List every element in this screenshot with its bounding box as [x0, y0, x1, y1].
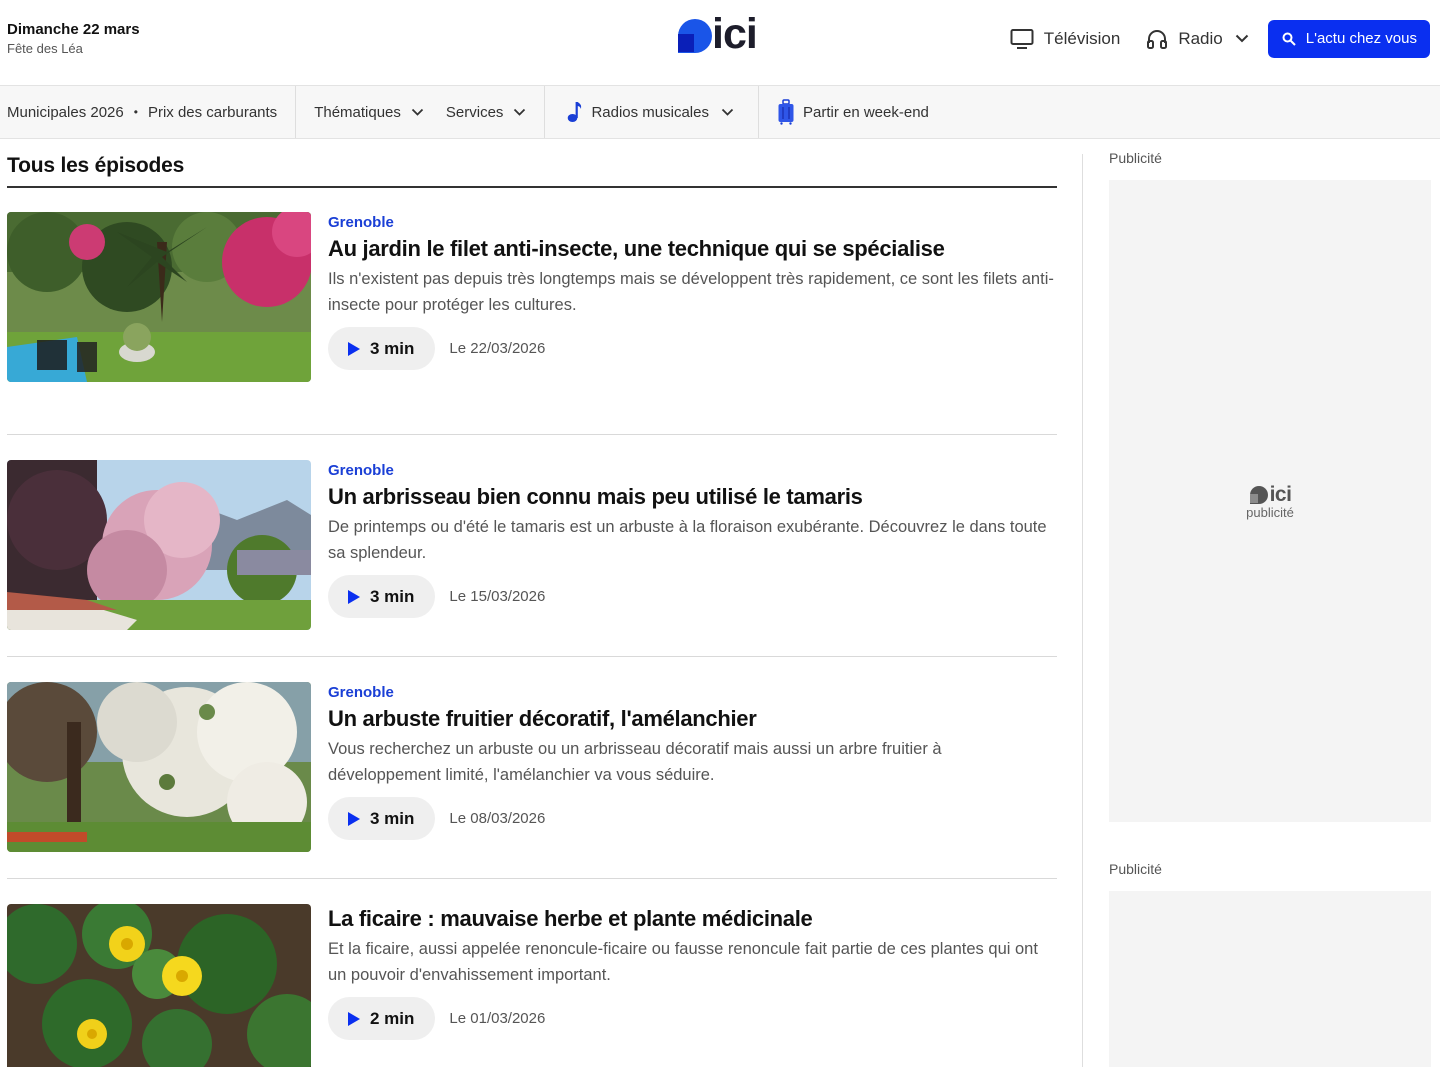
chevron-down-icon	[411, 108, 424, 116]
music-note-icon	[567, 101, 583, 123]
suitcase-icon	[777, 99, 795, 125]
episode-title[interactable]: Un arbrisseau bien connu mais peu utilis…	[328, 482, 1058, 512]
headphones-icon	[1147, 29, 1168, 49]
episode-description: De printemps ou d'été le tamaris est un …	[328, 518, 1047, 562]
logo-text: ici	[712, 10, 758, 58]
episode-thumbnail[interactable]	[7, 460, 311, 630]
nav-radio[interactable]: Radio	[1146, 28, 1248, 50]
episode-card: La ficaire : mauvaise herbe et plante mé…	[7, 904, 1057, 1067]
episode-body: Grenoble Au jardin le filet anti-insecte…	[328, 212, 1058, 370]
episode-thumbnail[interactable]	[7, 682, 311, 852]
tv-icon	[1010, 28, 1034, 49]
play-icon	[348, 811, 360, 826]
nav-television-label: Télévision	[1043, 28, 1121, 48]
play-button[interactable]: 3 min	[328, 797, 436, 840]
episode-meta: 3 min Le 15/03/2026	[328, 575, 1058, 618]
episode-location-tag[interactable]: Grenoble	[328, 212, 1058, 234]
play-icon	[348, 341, 360, 356]
local-news-button[interactable]: L'actu chez vous	[1267, 19, 1430, 58]
subnav-radios-label: Radios musicales	[591, 103, 709, 121]
subnav-group-radios: Radios musicales	[545, 86, 759, 138]
play-button[interactable]: 3 min	[328, 575, 436, 618]
nav-radio-label: Radio	[1178, 28, 1223, 48]
episode-description: Ils n'existent pas depuis très longtemps…	[328, 270, 1054, 314]
play-icon	[348, 1011, 360, 1026]
ad-logo-text: ici	[1269, 483, 1292, 506]
chevron-down-icon	[721, 108, 734, 116]
episode-description: Et la ficaire, aussi appelée renoncule-f…	[328, 940, 1038, 984]
ici-logo[interactable]: ici	[676, 12, 766, 56]
play-button[interactable]: 3 min	[328, 327, 436, 370]
subnav-thematiques-label: Thématiques	[314, 103, 401, 121]
subnav-group-topics: Municipales 2026 • Prix des carburants	[0, 86, 297, 138]
subnav-services-label: Services	[445, 103, 504, 121]
subnav-thematiques[interactable]: Thématiques	[314, 104, 424, 121]
episode-body: Grenoble Un arbuste fruitier décoratif, …	[328, 682, 1058, 840]
secondary-nav: Municipales 2026 • Prix des carburants T…	[0, 86, 1440, 139]
play-icon	[348, 589, 360, 604]
episode-date: Le 22/03/2026	[449, 340, 546, 357]
subnav-services[interactable]: Services	[446, 104, 527, 121]
ad-label: Publicité	[1109, 150, 1162, 166]
episode-card: Grenoble Au jardin le filet anti-insecte…	[7, 212, 1057, 435]
episode-card: Grenoble Un arbuste fruitier décoratif, …	[7, 682, 1057, 879]
section-title: Tous les épisodes	[7, 154, 1057, 188]
episode-duration: 3 min	[370, 808, 415, 828]
local-news-label: L'actu chez vous	[1305, 30, 1417, 47]
chevron-down-icon	[514, 108, 526, 116]
play-button[interactable]: 2 min	[328, 997, 436, 1040]
logo-mark-icon	[678, 19, 712, 53]
episodes-list-section: Tous les épisodes Grenoble Au jardin le …	[7, 139, 1057, 1067]
search-icon	[1282, 32, 1296, 46]
episode-date: Le 15/03/2026	[449, 588, 546, 605]
episode-meta: 3 min Le 22/03/2026	[328, 327, 1058, 370]
logo-mark-icon	[1249, 486, 1268, 504]
subnav-weekend[interactable]: Partir en week-end	[777, 99, 929, 125]
saint-of-day: Fête des Léa	[7, 41, 83, 56]
episode-thumbnail[interactable]	[7, 904, 311, 1067]
episode-body: Grenoble Un arbrisseau bien connu mais p…	[328, 460, 1058, 618]
subnav-weekend-label: Partir en week-end	[802, 103, 929, 121]
chevron-down-icon	[1235, 34, 1248, 43]
ad-label: Publicité	[1109, 861, 1162, 877]
current-date: Dimanche 22 mars	[7, 21, 140, 38]
episode-location-tag[interactable]: Grenoble	[328, 460, 1058, 482]
subnav-group-weekend: Partir en week-end	[759, 86, 947, 138]
episode-description: Vous recherchez un arbuste ou un arbriss…	[328, 740, 942, 784]
subnav-radios-musicales[interactable]: Radios musicales	[567, 101, 734, 123]
ad-placeholder-logo: ici publicité	[1109, 483, 1431, 520]
subnav-carburants[interactable]: Prix des carburants	[148, 104, 277, 121]
nav-television[interactable]: Télévision	[1010, 28, 1121, 50]
ad-logo-mark: ici	[1109, 483, 1431, 507]
episode-card: Grenoble Un arbrisseau bien connu mais p…	[7, 460, 1057, 657]
site-header: Dimanche 22 mars Fête des Léa ici Télévi…	[0, 0, 1440, 86]
ad-slot[interactable]: ici publicité	[1109, 180, 1431, 822]
episode-thumbnail[interactable]	[7, 212, 311, 382]
episode-date: Le 08/03/2026	[449, 810, 546, 827]
episode-title[interactable]: Un arbuste fruitier décoratif, l'amélanc…	[328, 704, 1058, 734]
header-nav: Télévision Radio L'actu chez vous	[1010, 19, 1430, 58]
ad-slot[interactable]	[1109, 891, 1431, 1067]
subnav-group-menus: Thématiques Services	[296, 86, 546, 138]
episode-meta: 3 min Le 08/03/2026	[328, 797, 1058, 840]
episode-body: La ficaire : mauvaise herbe et plante mé…	[328, 904, 1058, 1040]
subnav-municipales[interactable]: Municipales 2026	[7, 104, 124, 121]
sidebar-divider	[1082, 154, 1083, 1067]
episode-meta: 2 min Le 01/03/2026	[328, 997, 1058, 1040]
episode-duration: 3 min	[370, 338, 415, 358]
episode-location-tag[interactable]: Grenoble	[328, 682, 1058, 704]
episode-duration: 3 min	[370, 586, 415, 606]
episode-duration: 2 min	[370, 1008, 415, 1028]
episode-title[interactable]: Au jardin le filet anti-insecte, une tec…	[328, 234, 1058, 264]
ad-logo-subtitle: publicité	[1246, 505, 1294, 520]
episode-date: Le 01/03/2026	[449, 1010, 546, 1027]
episode-title[interactable]: La ficaire : mauvaise herbe et plante mé…	[328, 904, 1058, 934]
separator-dot: •	[133, 105, 138, 119]
date-block: Dimanche 22 mars Fête des Léa	[7, 21, 140, 58]
